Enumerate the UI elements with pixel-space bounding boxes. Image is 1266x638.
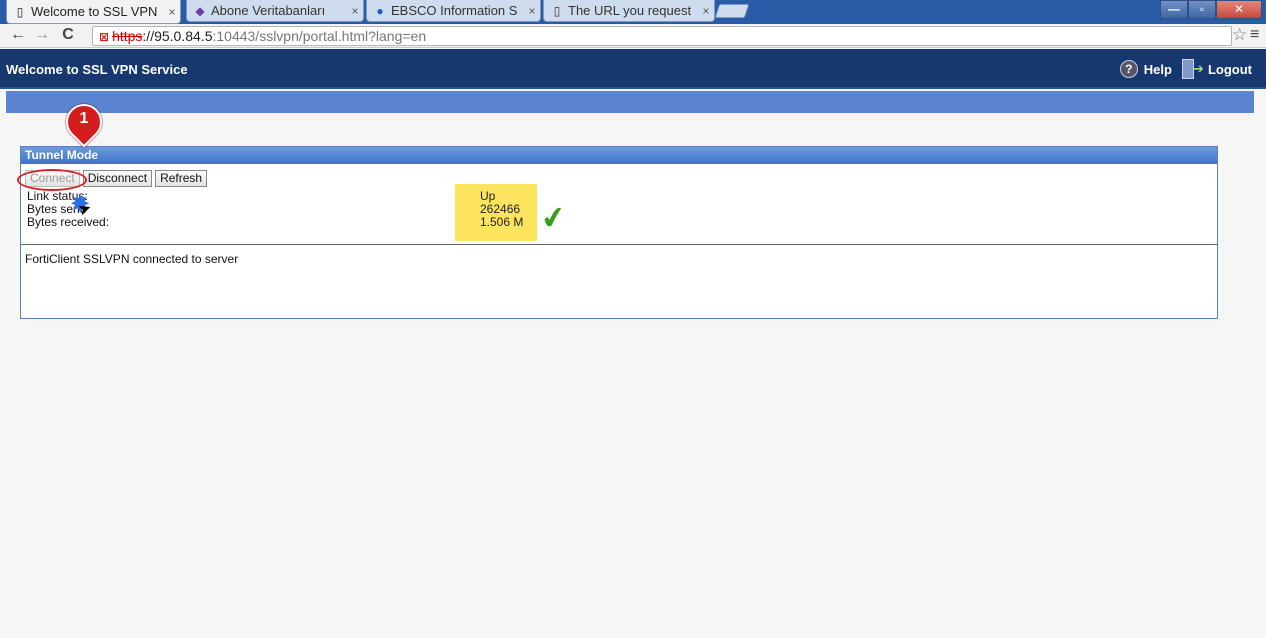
- tab-ebsco-information[interactable]: ● EBSCO Information S ×: [366, 0, 541, 22]
- ebsco-icon: ●: [376, 3, 384, 18]
- bytes-received-label: Bytes received:: [27, 215, 110, 229]
- bookmark-star-icon[interactable]: ☆: [1232, 25, 1247, 45]
- diamond-icon: ◆: [195, 3, 205, 18]
- page-header: Welcome to SSL VPN Service ? Help ➔ Logo…: [0, 49, 1266, 89]
- window-controls: — ▫ ✕: [1160, 0, 1262, 20]
- header-links: ? Help ➔ Logout: [1119, 59, 1252, 79]
- tab-close-icon[interactable]: ×: [524, 4, 540, 18]
- minimize-button[interactable]: —: [1160, 0, 1188, 19]
- checkmark-icon: ✔: [538, 200, 569, 237]
- help-icon[interactable]: ?: [1119, 60, 1138, 78]
- refresh-button[interactable]: Refresh: [155, 170, 208, 187]
- url-path: :10443/sslvpn/portal.html?lang=en: [212, 28, 427, 44]
- disconnect-button[interactable]: Disconnect: [82, 170, 153, 187]
- header-bar: [6, 91, 1254, 113]
- page-title: Welcome to SSL VPN Service: [6, 62, 188, 77]
- insecure-lock-icon: ⊠: [99, 30, 110, 44]
- back-arrow-icon[interactable]: ←: [8, 26, 28, 44]
- tab-close-icon[interactable]: ×: [347, 4, 363, 18]
- connection-message: FortiClient SSLVPN connected to server: [25, 252, 239, 266]
- bytes-received-value: 1.506 M: [480, 215, 524, 229]
- tab-welcome-ssl-vpn[interactable]: ▯ Welcome to SSL VPN ×: [6, 0, 181, 24]
- new-tab-button[interactable]: [714, 4, 750, 18]
- tab-strip: ▯ Welcome to SSL VPN × ◆ Abone Veritaban…: [0, 0, 1266, 24]
- logout-icon[interactable]: ➔: [1181, 59, 1204, 79]
- divider: [21, 244, 1217, 245]
- logout-link[interactable]: Logout: [1208, 62, 1252, 77]
- url-host: ://95.0.84.5: [142, 28, 213, 44]
- help-link[interactable]: Help: [1144, 62, 1172, 77]
- browser-toolbar: ← → C ⊠ https://95.0.84.5:10443/sslvpn/po…: [0, 24, 1266, 48]
- panel-title: Tunnel Mode: [21, 147, 1217, 164]
- tab-abone-veritabanlari[interactable]: ◆ Abone Veritabanları ×: [186, 0, 364, 22]
- step-number: 1: [79, 110, 89, 127]
- address-bar[interactable]: ⊠ https://95.0.84.5:10443/sslvpn/portal.h…: [92, 26, 1232, 46]
- status-labels: Link status: Bytes sent: Bytes received:: [27, 190, 109, 229]
- maximize-button[interactable]: ▫: [1188, 0, 1216, 19]
- tunnel-mode-panel: Tunnel Mode Connect Disconnect Refresh L…: [20, 146, 1218, 319]
- close-window-button[interactable]: ✕: [1216, 0, 1262, 19]
- tab-url-requested[interactable]: ▯ The URL you request ×: [543, 0, 715, 22]
- url-protocol: https: [112, 28, 143, 44]
- browser-menu-icon[interactable]: ≡: [1250, 26, 1259, 44]
- tab-title: EBSCO Information S: [391, 3, 518, 18]
- page-icon: ▯: [553, 3, 561, 18]
- tab-title: The URL you request: [568, 3, 692, 18]
- tab-title: Welcome to SSL VPN: [31, 4, 158, 19]
- annotation-circle: [17, 169, 87, 191]
- forward-arrow-icon[interactable]: →: [32, 26, 52, 44]
- tab-close-icon[interactable]: ×: [698, 4, 714, 18]
- status-values: Up 262466 1.506 M: [455, 184, 537, 241]
- tab-title: Abone Veritabanları: [211, 3, 326, 18]
- reload-icon[interactable]: C: [58, 26, 78, 44]
- step-marker-pin-icon: 1: [58, 96, 110, 148]
- page-icon: ▯: [16, 4, 24, 19]
- browser-window: ▯ Welcome to SSL VPN × ◆ Abone Veritaban…: [0, 0, 1266, 638]
- tab-close-icon[interactable]: ×: [164, 5, 180, 19]
